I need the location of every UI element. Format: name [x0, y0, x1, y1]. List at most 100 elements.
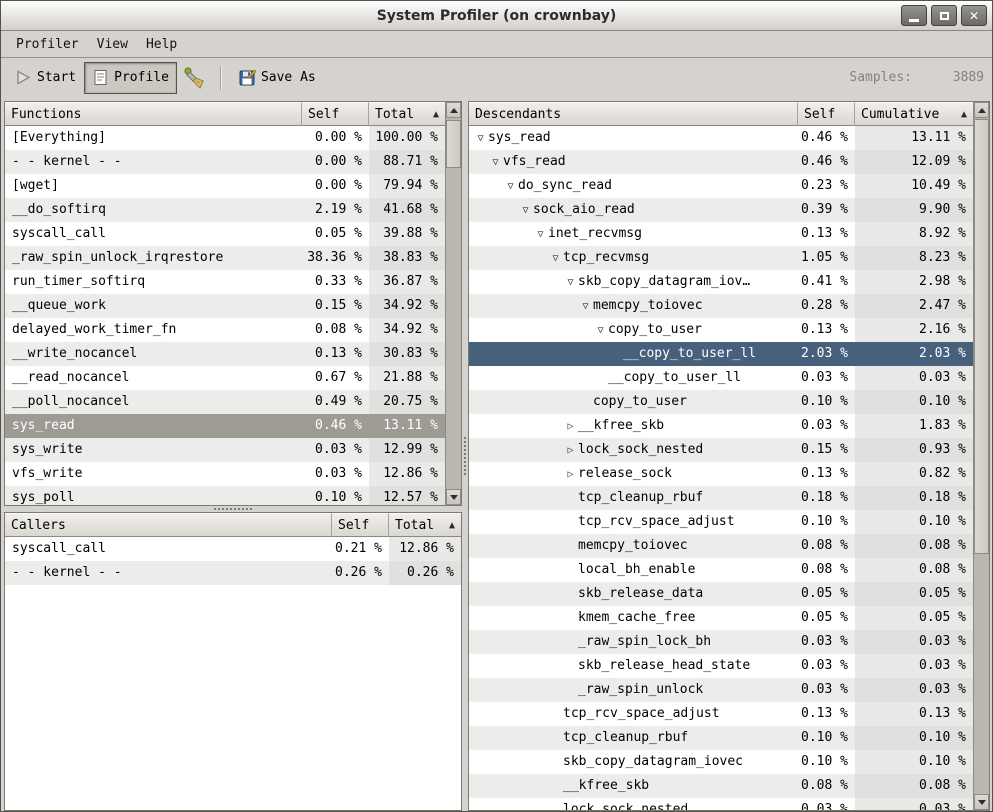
- tree-expander-icon[interactable]: ▽: [503, 175, 518, 198]
- table-row[interactable]: syscall_call0.05 %39.88 %: [5, 222, 445, 246]
- table-row[interactable]: __read_nocancel0.67 %21.88 %: [5, 366, 445, 390]
- functions-panel: Functions Self Total▲ [Everything]0.00 %…: [4, 101, 462, 506]
- maximize-button[interactable]: [931, 5, 957, 26]
- cumulative-percent-cell: 2.47 %: [855, 294, 973, 318]
- tree-row[interactable]: ▽tcp_recvmsg1.05 %8.23 %: [469, 246, 973, 270]
- titlebar[interactable]: System Profiler (on crownbay) ✕: [1, 1, 992, 31]
- tree-row[interactable]: lock_sock_nested0.03 %0.03 %: [469, 798, 973, 810]
- scrollbar-trough[interactable]: [974, 118, 989, 794]
- tree-row[interactable]: copy_to_user0.10 %0.10 %: [469, 390, 973, 414]
- tree-row[interactable]: ▽memcpy_toiovec0.28 %2.47 %: [469, 294, 973, 318]
- close-button[interactable]: ✕: [961, 5, 987, 26]
- table-row[interactable]: sys_read0.46 %13.11 %: [5, 414, 445, 438]
- tree-row[interactable]: local_bh_enable0.08 %0.08 %: [469, 558, 973, 582]
- functions-scrollbar[interactable]: [445, 102, 461, 505]
- tree-row[interactable]: ▷__kfree_skb0.03 %1.83 %: [469, 414, 973, 438]
- function-name-cell: ▷lock_sock_nested: [469, 438, 798, 462]
- tree-row[interactable]: _raw_spin_lock_bh0.03 %0.03 %: [469, 630, 973, 654]
- profile-toggle-button[interactable]: Profile: [84, 62, 177, 94]
- tree-row[interactable]: skb_copy_datagram_iovec0.10 %0.10 %: [469, 750, 973, 774]
- menu-profiler[interactable]: Profiler: [7, 34, 88, 55]
- tree-row[interactable]: ▽sys_read0.46 %13.11 %: [469, 126, 973, 150]
- table-row[interactable]: sys_write0.03 %12.99 %: [5, 438, 445, 462]
- table-row[interactable]: vfs_write0.03 %12.86 %: [5, 462, 445, 486]
- column-header-callers[interactable]: Callers: [5, 513, 332, 537]
- table-row[interactable]: __queue_work0.15 %34.92 %: [5, 294, 445, 318]
- column-header-self[interactable]: Self: [798, 102, 855, 126]
- tree-expander-icon[interactable]: ▷: [563, 415, 578, 438]
- sort-arrow-icon: ▲: [443, 520, 455, 531]
- tree-row[interactable]: tcp_rcv_space_adjust0.10 %0.10 %: [469, 510, 973, 534]
- tree-row[interactable]: ▷lock_sock_nested0.15 %0.93 %: [469, 438, 973, 462]
- save-as-button[interactable]: Save As: [231, 62, 324, 94]
- column-header-total[interactable]: Total▲: [369, 102, 445, 126]
- tree-row[interactable]: ▽inet_recvmsg0.13 %8.92 %: [469, 222, 973, 246]
- tree-row[interactable]: ▽vfs_read0.46 %12.09 %: [469, 150, 973, 174]
- table-row[interactable]: sys_poll0.10 %12.57 %: [5, 486, 445, 505]
- table-row[interactable]: run_timer_softirq0.33 %36.87 %: [5, 270, 445, 294]
- tree-row[interactable]: kmem_cache_free0.05 %0.05 %: [469, 606, 973, 630]
- splitter-grip: [214, 508, 252, 510]
- column-header-cumulative[interactable]: Cumulative▲: [855, 102, 973, 126]
- tree-row[interactable]: ▽skb_copy_datagram_iov…0.41 %2.98 %: [469, 270, 973, 294]
- tree-expander-icon[interactable]: ▽: [563, 271, 578, 294]
- table-row[interactable]: syscall_call0.21 %12.86 %: [5, 537, 461, 561]
- total-percent-cell: 39.88 %: [369, 222, 445, 246]
- tree-row[interactable]: ▽do_sync_read0.23 %10.49 %: [469, 174, 973, 198]
- column-header-self[interactable]: Self: [302, 102, 369, 126]
- tree-row[interactable]: tcp_cleanup_rbuf0.10 %0.10 %: [469, 726, 973, 750]
- tree-row[interactable]: skb_release_data0.05 %0.05 %: [469, 582, 973, 606]
- window-controls: ✕: [901, 5, 987, 26]
- column-header-descendants[interactable]: Descendants: [469, 102, 798, 126]
- table-row[interactable]: __poll_nocancel0.49 %20.75 %: [5, 390, 445, 414]
- tree-expander-icon[interactable]: ▽: [548, 247, 563, 270]
- tree-expander-icon[interactable]: ▽: [488, 151, 503, 174]
- menu-view[interactable]: View: [88, 34, 137, 55]
- scrollbar-trough[interactable]: [446, 118, 461, 489]
- main-area: Functions Self Total▲ [Everything]0.00 %…: [1, 97, 992, 812]
- descendants-scrollbar[interactable]: [973, 102, 989, 810]
- tree-expander-icon[interactable]: ▽: [473, 127, 488, 150]
- table-row[interactable]: [Everything]0.00 %100.00 %: [5, 126, 445, 150]
- menu-help[interactable]: Help: [137, 34, 186, 55]
- column-header-functions[interactable]: Functions: [5, 102, 302, 126]
- column-header-total[interactable]: Total▲: [389, 513, 461, 537]
- scroll-up-button[interactable]: [446, 102, 461, 118]
- reset-samples-button[interactable]: [177, 62, 211, 94]
- tree-expander-icon[interactable]: ▷: [563, 463, 578, 486]
- tree-row[interactable]: tcp_rcv_space_adjust0.13 %0.13 %: [469, 702, 973, 726]
- table-row[interactable]: __write_nocancel0.13 %30.83 %: [5, 342, 445, 366]
- start-button[interactable]: Start: [7, 62, 84, 94]
- table-row[interactable]: - - kernel - -0.00 %88.71 %: [5, 150, 445, 174]
- tree-row[interactable]: ▽sock_aio_read0.39 %9.90 %: [469, 198, 973, 222]
- table-row[interactable]: _raw_spin_unlock_irqrestore38.36 %38.83 …: [5, 246, 445, 270]
- function-name-cell: - - kernel - -: [5, 561, 332, 585]
- table-row[interactable]: delayed_work_timer_fn0.08 %34.92 %: [5, 318, 445, 342]
- tree-row[interactable]: __copy_to_user_ll2.03 %2.03 %: [469, 342, 973, 366]
- tree-row[interactable]: ▷release_sock0.13 %0.82 %: [469, 462, 973, 486]
- tree-row[interactable]: ▽copy_to_user0.13 %2.16 %: [469, 318, 973, 342]
- scroll-down-button[interactable]: [446, 489, 461, 505]
- tree-expander-icon[interactable]: ▷: [563, 439, 578, 462]
- table-row[interactable]: [wget]0.00 %79.94 %: [5, 174, 445, 198]
- total-percent-cell: 12.86 %: [369, 462, 445, 486]
- tree-row[interactable]: _raw_spin_unlock0.03 %0.03 %: [469, 678, 973, 702]
- self-percent-cell: 2.03 %: [798, 342, 855, 366]
- tree-row[interactable]: __kfree_skb0.08 %0.08 %: [469, 774, 973, 798]
- tree-row[interactable]: tcp_cleanup_rbuf0.18 %0.18 %: [469, 486, 973, 510]
- tree-row[interactable]: skb_release_head_state0.03 %0.03 %: [469, 654, 973, 678]
- tree-expander-icon[interactable]: ▽: [518, 199, 533, 222]
- scroll-down-button[interactable]: [974, 794, 989, 810]
- scrollbar-thumb[interactable]: [974, 119, 989, 554]
- table-row[interactable]: __do_softirq2.19 %41.68 %: [5, 198, 445, 222]
- tree-expander-icon[interactable]: ▽: [593, 319, 608, 342]
- tree-expander-icon[interactable]: ▽: [578, 295, 593, 318]
- column-header-self[interactable]: Self: [332, 513, 389, 537]
- table-row[interactable]: - - kernel - -0.26 %0.26 %: [5, 561, 461, 585]
- scroll-up-button[interactable]: [974, 102, 989, 118]
- scrollbar-thumb[interactable]: [446, 120, 461, 168]
- tree-expander-icon[interactable]: ▽: [533, 223, 548, 246]
- tree-row[interactable]: memcpy_toiovec0.08 %0.08 %: [469, 534, 973, 558]
- minimize-button[interactable]: [901, 5, 927, 26]
- tree-row[interactable]: __copy_to_user_ll0.03 %0.03 %: [469, 366, 973, 390]
